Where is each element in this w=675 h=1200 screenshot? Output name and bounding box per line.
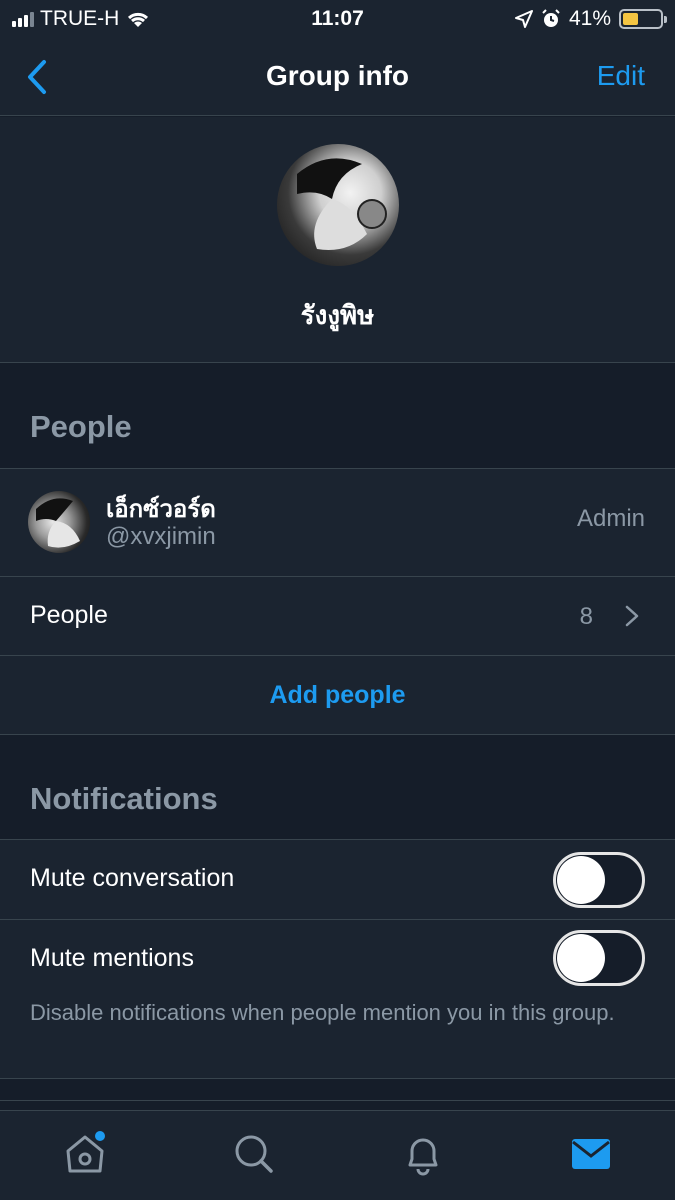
battery-percent: 41%: [568, 7, 611, 30]
mute-mentions-help-text: Disable notifications when people mentio…: [30, 1000, 615, 1025]
member-role-badge: Admin: [576, 505, 645, 532]
add-people-row: Add people: [0, 656, 675, 735]
chevron-right-icon: [625, 605, 639, 627]
avatar: [28, 491, 90, 553]
mute-mentions-label: Mute mentions: [30, 944, 194, 972]
group-header: รังงูพิษ: [0, 117, 675, 363]
add-people-button[interactable]: Add people: [0, 681, 675, 710]
mail-icon[interactable]: [566, 1129, 616, 1179]
bell-icon[interactable]: [398, 1129, 448, 1179]
toggle-knob: [557, 934, 605, 982]
notifications-section-title: Notifications: [30, 781, 218, 816]
group-avatar[interactable]: [277, 144, 399, 266]
section-spacer: [0, 1079, 675, 1101]
tab-bar: [0, 1110, 675, 1200]
member-row[interactable]: เอ็กซ์วอร์ด @xvxjimin Admin: [0, 469, 675, 577]
people-section-title: People: [30, 409, 132, 444]
mute-mentions-toggle[interactable]: [553, 930, 645, 986]
status-right: 41%: [514, 7, 667, 31]
mute-mentions-row: Mute mentions Disable notifications when…: [0, 920, 675, 1079]
people-count: 8: [579, 603, 593, 630]
mute-conversation-row: Mute conversation: [0, 840, 675, 920]
home-icon[interactable]: [60, 1129, 110, 1179]
location-arrow-icon: [514, 10, 533, 28]
mute-conversation-label: Mute conversation: [30, 864, 235, 892]
member-handle: @xvxjimin: [106, 523, 216, 550]
people-list-row[interactable]: People 8: [0, 577, 675, 656]
battery-icon: [619, 9, 667, 29]
page-title: Group info: [265, 60, 410, 91]
people-row-label: People: [30, 601, 108, 629]
group-avatar-image: [297, 158, 387, 250]
search-icon[interactable]: [229, 1129, 279, 1179]
people-section-header: People: [0, 363, 675, 469]
alarm-icon: [542, 9, 560, 27]
notifications-section-header: Notifications: [0, 735, 675, 840]
group-name: รังงูพิษ: [300, 300, 375, 330]
mute-conversation-toggle[interactable]: [553, 852, 645, 908]
edit-button[interactable]: Edit: [597, 60, 645, 92]
toggle-knob: [557, 856, 605, 904]
battery-fill: [623, 13, 638, 25]
nav-bar: Group info Edit: [0, 38, 675, 116]
status-bar: TRUE-H 11:07 41%: [0, 0, 675, 38]
